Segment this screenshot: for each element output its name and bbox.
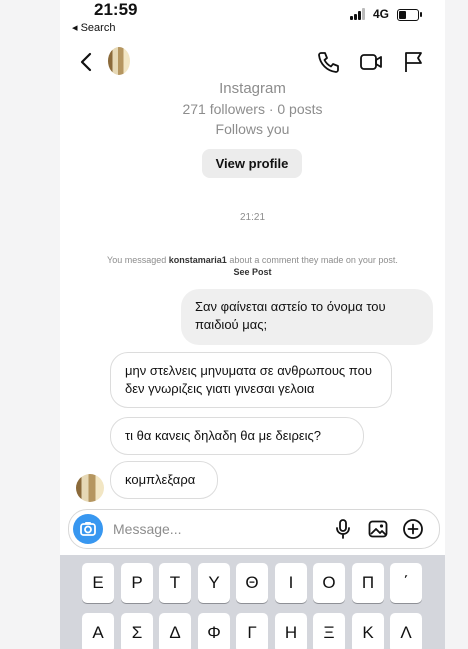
notice-middle: about a comment they made on your post. [229,255,398,265]
back-chevron-icon[interactable] [74,49,100,75]
avatar[interactable] [108,47,130,75]
message-notice: You messaged konstamaria1 about a commen… [100,254,405,278]
notice-username[interactable]: konstamaria1 [169,255,227,265]
image-icon[interactable] [367,518,389,540]
key[interactable]: Α [82,613,114,649]
key[interactable]: Τ [159,563,191,603]
notice-prefix: You messaged [107,255,167,265]
conversation-timestamp: 21:21 [239,212,266,223]
key[interactable]: Ι [275,563,307,603]
view-profile-button[interactable]: View profile [202,149,302,178]
microphone-icon[interactable] [332,518,354,540]
add-icon[interactable] [402,518,424,540]
follow-status: Follows you [215,121,290,137]
back-to-search-link[interactable]: ◂ Search [72,21,115,34]
battery-tip [420,12,422,17]
profile-stats: 271 followers · 0 posts [182,101,323,117]
outgoing-message[interactable]: Σαν φαίνεται αστείο το όνομα του παιδιού… [181,289,433,345]
status-time: 21:59 [94,0,138,19]
phone-screen: 21:59 ◂ Search 4G Instagram 271 follower… [60,0,445,649]
flag-icon[interactable] [400,49,426,75]
profile-name: Instagram [219,80,286,97]
key[interactable]: Γ [236,613,268,649]
camera-button[interactable] [73,514,103,544]
network-type: 4G [373,7,390,21]
see-post-link[interactable]: See Post [233,267,271,277]
key[interactable]: Υ [198,563,230,603]
key[interactable]: Ρ [121,563,153,603]
key[interactable]: Φ [198,613,230,649]
signal-icon [350,8,370,20]
key[interactable]: Κ [352,613,384,649]
key[interactable]: Ξ [313,613,345,649]
key[interactable]: Λ [390,613,422,649]
key[interactable]: Θ [236,563,268,603]
key[interactable]: Ε [82,563,114,603]
message-input[interactable] [111,518,315,540]
incoming-message[interactable]: κομπλεξαρα [110,461,218,499]
message-composer [68,509,440,549]
chat-header [60,42,445,82]
camera-icon [80,522,96,536]
key[interactable]: Σ [121,613,153,649]
key[interactable]: ΄ [390,563,422,603]
status-bar: 21:59 ◂ Search 4G [60,0,445,40]
key[interactable]: Ο [313,563,345,603]
key[interactable]: Π [352,563,384,603]
battery-icon [397,9,419,21]
incoming-message[interactable]: μην στελνεις μηνυματα σε ανθρωπους που δ… [110,352,392,408]
video-camera-icon[interactable] [358,49,384,75]
incoming-message[interactable]: τι θα κανεις δηλαδη θα με δειρεις? [110,417,364,455]
key[interactable]: Η [275,613,307,649]
phone-icon[interactable] [315,49,341,75]
sender-avatar[interactable] [76,474,104,502]
key[interactable]: Δ [159,613,191,649]
keyboard: Ε Ρ Τ Υ Θ Ι Ο Π ΄ Α Σ Δ Φ Γ Η Ξ Κ Λ [60,555,445,649]
